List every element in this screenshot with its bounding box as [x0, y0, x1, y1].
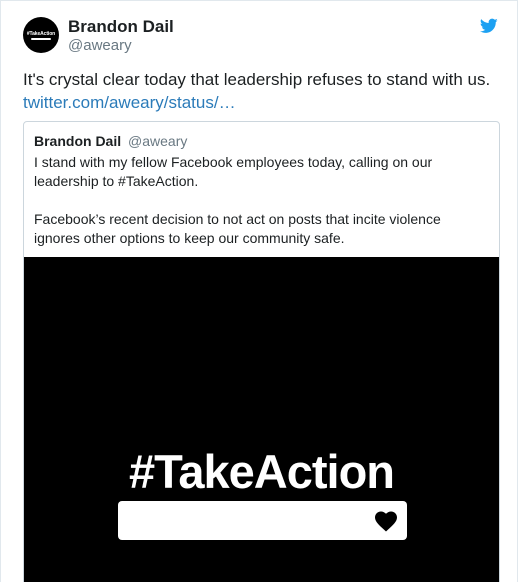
avatar-text: #TakeAction — [26, 30, 56, 37]
quoted-author-name: Brandon Dail — [34, 133, 122, 149]
author-name[interactable]: Brandon Dail — [68, 16, 174, 37]
tweet-text: It's crystal clear today that leadership… — [23, 70, 491, 89]
quoted-header: Brandon Dail @aweary — [34, 133, 187, 150]
tweet-header: #TakeAction Brandon Dail @aweary — [23, 15, 503, 59]
quoted-text: I stand with my fellow Facebook employee… — [34, 153, 484, 267]
quoted-paragraph-1: I stand with my fellow Facebook employee… — [34, 154, 433, 189]
media-title: #TakeAction — [129, 445, 395, 498]
media-white-bar — [118, 501, 407, 540]
twitter-bird-icon[interactable] — [480, 18, 498, 34]
heart-icon — [375, 511, 397, 532]
author-block: Brandon Dail @aweary — [68, 16, 174, 55]
author-handle[interactable]: @aweary — [68, 37, 174, 55]
avatar-bar — [31, 37, 51, 40]
quoted-media-image[interactable]: #TakeAction — [24, 257, 499, 582]
avatar[interactable]: #TakeAction — [23, 17, 59, 53]
tweet-link[interactable]: twitter.com/aweary/status/… — [23, 91, 503, 114]
quoted-tweet[interactable]: Brandon Dail @aweary I stand with my fel… — [23, 121, 500, 582]
quoted-paragraph-2: Facebook’s recent decision to not act on… — [34, 211, 441, 246]
tweet-body: It's crystal clear today that leadership… — [23, 68, 503, 114]
quoted-author-handle: @aweary — [128, 133, 188, 149]
embedded-tweet: #TakeAction Brandon Dail @aweary It's cr… — [0, 0, 518, 582]
